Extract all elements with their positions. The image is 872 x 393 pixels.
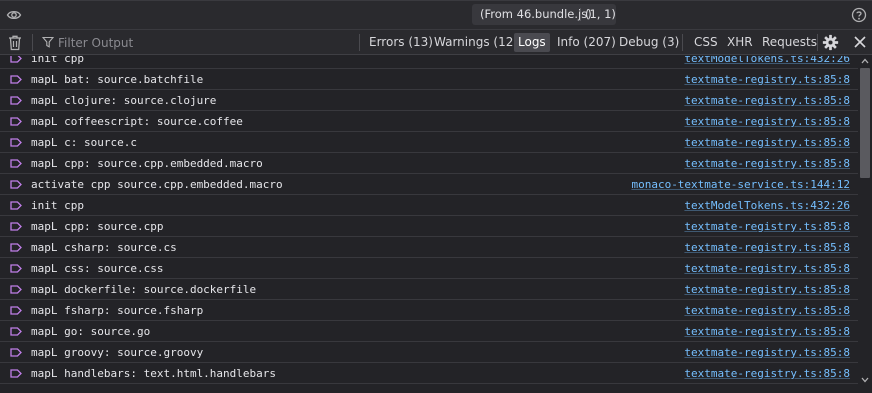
log-row: mapL handlebars: text.html.handlebars tex… (0, 363, 858, 384)
eye-icon[interactable] (6, 7, 22, 23)
log-source-link[interactable]: textmate-registry.ts:85:8 (684, 153, 850, 174)
log-source-link[interactable]: textmate-registry.ts:85:8 (684, 132, 850, 153)
scroll-down-arrow-icon[interactable] (861, 377, 869, 383)
requests-filter-button[interactable]: Requests (758, 33, 821, 52)
trash-icon[interactable] (7, 34, 23, 51)
log-source-link[interactable]: textmate-registry.ts:85:8 (684, 237, 850, 258)
log-source-link[interactable]: textmate-registry.ts:85:8 (684, 321, 850, 342)
log-row: mapL groovy: source.groovy textmate-regis… (0, 342, 858, 363)
log-message: mapL bat: source.batchfile (31, 73, 204, 86)
log-tag-icon (10, 138, 22, 147)
log-row: mapL c: source.c textmate-registry.ts:85:… (0, 132, 858, 153)
filter-output-input[interactable] (58, 33, 348, 52)
toolbar-divider (359, 34, 360, 51)
log-tag-icon (10, 264, 22, 273)
chip-divider (580, 8, 581, 21)
log-tag-icon (10, 243, 22, 252)
log-source-link[interactable]: textmate-registry.ts:85:8 (684, 216, 850, 237)
console-toolbar: Errors (13) Warnings (12) Logs Info (207… (0, 30, 872, 55)
source-file-label: (From 46.bundle.js) (480, 7, 592, 21)
top-divider (0, 0, 872, 1)
log-source-link[interactable]: textModelTokens.ts:432:26 (684, 56, 850, 69)
log-source-link[interactable]: textmate-registry.ts:85:8 (684, 342, 850, 363)
log-source-link[interactable]: textmate-registry.ts:85:8 (684, 363, 850, 384)
log-source-link[interactable]: textmate-registry.ts:85:8 (684, 258, 850, 279)
xhr-filter-button[interactable]: XHR (723, 33, 757, 52)
log-message: mapL cpp: source.cpp.embedded.macro (31, 157, 263, 170)
log-source-link[interactable]: textmate-registry.ts:85:8 (684, 90, 850, 111)
scroll-up-arrow-icon[interactable] (861, 58, 869, 64)
toolbar-divider (817, 34, 818, 51)
log-row: mapL clojure: source.clojure textmate-reg… (0, 90, 858, 111)
log-message: mapL groovy: source.groovy (31, 346, 204, 359)
scroll-thumb[interactable] (860, 68, 870, 178)
log-source-link[interactable]: textmate-registry.ts:85:8 (684, 111, 850, 132)
log-message: mapL css: source.css (31, 262, 164, 275)
log-tag-icon (10, 348, 22, 357)
log-message: mapL handlebars: text.html.handlebars (31, 367, 277, 380)
log-tag-icon (10, 117, 22, 126)
console-output[interactable]: init cpp textModelTokens.ts:432:26 mapL ba… (0, 56, 858, 393)
log-tag-icon (10, 369, 22, 378)
log-tag-icon (10, 96, 22, 105)
log-tag-icon (10, 159, 22, 168)
log-tag-icon (10, 306, 22, 315)
log-message: mapL clojure: source.clojure (31, 94, 217, 107)
log-row: activate cpp source.cpp.embedded.macro mo… (0, 174, 858, 195)
source-location-chip[interactable]: (From 46.bundle.js) (1, 1) (472, 4, 616, 25)
log-tag-icon (10, 180, 22, 189)
info-filter-button[interactable]: Info (207) (553, 33, 620, 52)
log-message: mapL c: source.c (31, 136, 137, 149)
log-row: mapL cpp: source.cpp textmate-registry.ts… (0, 216, 858, 237)
css-filter-button[interactable]: CSS (690, 33, 722, 52)
log-row: init cpp textModelTokens.ts:432:26 (0, 195, 858, 216)
toolbar-divider (682, 34, 683, 51)
warnings-filter-button[interactable]: Warnings (12) (430, 33, 522, 52)
log-row: mapL coffeescript: source.coffee textmate… (0, 111, 858, 132)
vertical-scrollbar[interactable] (858, 56, 872, 393)
log-row: mapL fsharp: source.fsharp textmate-regis… (0, 300, 858, 321)
errors-filter-button[interactable]: Errors (13) (365, 33, 437, 52)
log-tag-icon (10, 285, 22, 294)
log-source-link[interactable]: textmate-registry.ts:85:8 (684, 69, 850, 90)
log-tag-icon (10, 75, 22, 84)
log-message: mapL coffeescript: source.coffee (31, 115, 243, 128)
filter-icon (42, 36, 54, 48)
log-row: mapL cpp: source.cpp.embedded.macro textm… (0, 153, 858, 174)
debug-filter-button[interactable]: Debug (3) (615, 33, 683, 52)
log-tag-icon (10, 327, 22, 336)
toolbar-divider (32, 34, 33, 51)
gear-icon[interactable] (822, 34, 839, 51)
log-tag-icon (10, 201, 22, 210)
log-message: mapL cpp: source.cpp (31, 220, 164, 233)
log-message: mapL csharp: source.cs (31, 241, 177, 254)
help-icon[interactable] (851, 7, 867, 23)
log-source-link[interactable]: monaco-textmate-service.ts:144:12 (631, 174, 850, 195)
close-icon[interactable] (853, 35, 867, 49)
log-list: init cpp textModelTokens.ts:432:26 mapL ba… (0, 56, 858, 384)
log-source-link[interactable]: textmate-registry.ts:85:8 (684, 279, 850, 300)
log-tag-icon (10, 56, 22, 63)
log-row: mapL dockerfile: source.dockerfile textma… (0, 279, 858, 300)
log-source-link[interactable]: textmate-registry.ts:85:8 (684, 300, 850, 321)
log-message: mapL go: source.go (31, 325, 151, 338)
log-row: mapL bat: source.batchfile textmate-regis… (0, 69, 858, 90)
source-position-label: (1, 1) (585, 7, 616, 21)
log-row: mapL csharp: source.cs textmate-registry.… (0, 237, 858, 258)
log-row: mapL css: source.css textmate-registry.ts… (0, 258, 858, 279)
log-row: mapL go: source.go textmate-registry.ts:8… (0, 321, 858, 342)
log-row: init cpp textModelTokens.ts:432:26 (0, 56, 858, 69)
log-message: init cpp (31, 199, 84, 212)
log-source-link[interactable]: textModelTokens.ts:432:26 (684, 195, 850, 216)
source-bar: (From 46.bundle.js) (1, 1) (0, 0, 872, 30)
log-tag-icon (10, 222, 22, 231)
log-message: mapL fsharp: source.fsharp (31, 304, 204, 317)
logs-filter-button[interactable]: Logs (514, 33, 550, 52)
log-message: activate cpp source.cpp.embedded.macro (31, 178, 283, 191)
log-message: mapL dockerfile: source.dockerfile (31, 283, 257, 296)
log-message: init cpp (31, 56, 84, 65)
